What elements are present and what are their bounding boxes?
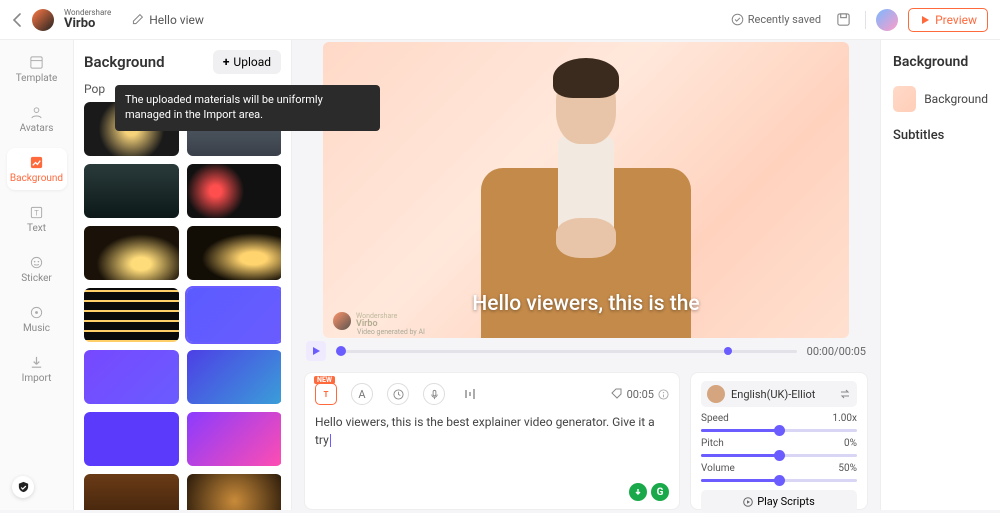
tool-pause[interactable] <box>387 383 409 405</box>
badge-grammarly[interactable]: G <box>651 483 669 501</box>
tool-equalizer[interactable] <box>459 383 481 405</box>
background-thumbnail[interactable] <box>187 412 281 466</box>
nav-text[interactable]: TText <box>7 198 67 240</box>
svg-text:T: T <box>324 390 329 399</box>
background-swatch <box>893 86 916 112</box>
center-area: Hello viewers, this is the WondershareVi… <box>292 40 880 510</box>
grammar-badges: G <box>629 483 669 501</box>
upload-tooltip: The uploaded materials will be uniformly… <box>115 85 380 131</box>
music-icon <box>29 305 45 321</box>
playback-bar: 00:00/00:05 <box>292 336 880 366</box>
background-thumbnail[interactable] <box>84 164 179 218</box>
nav-background[interactable]: Background <box>7 148 67 190</box>
background-thumbnail[interactable] <box>84 288 179 342</box>
shield-icon <box>17 481 30 494</box>
thumbnail-grid <box>84 102 281 510</box>
subtitle-caption: Hello viewers, this is the <box>472 292 699 316</box>
background-swatch-row[interactable]: Background <box>893 86 988 112</box>
script-text-input[interactable]: Hello viewers, this is the best explaine… <box>315 413 669 449</box>
save-icon <box>836 12 851 27</box>
info-icon <box>658 389 669 400</box>
app-logo <box>32 9 54 31</box>
back-button[interactable] <box>12 13 22 27</box>
check-circle-icon <box>731 13 744 26</box>
pitch-slider[interactable] <box>701 454 857 457</box>
template-icon <box>29 55 45 71</box>
background-thumbnail[interactable] <box>187 474 281 510</box>
right-panel: Background Background Subtitles <box>880 40 1000 510</box>
import-icon <box>29 355 45 371</box>
save-status: Recently saved <box>731 13 821 26</box>
mic-icon <box>429 389 440 400</box>
background-thumbnail[interactable] <box>187 164 281 218</box>
right-title: Background <box>893 54 988 70</box>
background-icon <box>29 155 45 171</box>
avatars-icon <box>29 105 45 121</box>
nav-sticker[interactable]: Sticker <box>7 248 67 290</box>
subtitles-section[interactable]: Subtitles <box>893 128 988 143</box>
background-thumbnail[interactable] <box>84 350 179 404</box>
play-icon <box>743 497 753 507</box>
background-thumbnail[interactable] <box>187 226 281 280</box>
equalizer-icon <box>463 388 477 400</box>
swap-icon <box>839 388 851 400</box>
script-panel: NEW T A 00:05 <box>304 372 680 510</box>
pitch-control: Pitch0% <box>701 438 857 457</box>
play-icon <box>311 346 321 356</box>
badge-check[interactable] <box>629 483 647 501</box>
sticker-icon <box>29 255 45 271</box>
preview-button[interactable]: Preview <box>908 8 988 32</box>
svg-text:T: T <box>34 208 39 217</box>
save-button[interactable] <box>831 8 855 32</box>
user-avatar[interactable] <box>876 9 898 31</box>
divider <box>865 11 866 29</box>
ai-icon: T <box>320 388 332 400</box>
g-icon: G <box>657 487 664 498</box>
panel-title: Background <box>84 53 165 71</box>
ai-script-button[interactable]: NEW T <box>315 383 337 405</box>
upload-button[interactable]: + Upload <box>213 50 281 74</box>
speed-control: Speed1.00x <box>701 413 857 432</box>
left-nav: Template Avatars Background TText Sticke… <box>0 40 74 510</box>
top-bar: Wondershare Virbo Hello view Recently sa… <box>0 0 1000 40</box>
nav-avatars[interactable]: Avatars <box>7 98 67 140</box>
background-thumbnail[interactable] <box>187 288 281 342</box>
speed-slider[interactable] <box>701 429 857 432</box>
tool-a[interactable]: A <box>351 383 373 405</box>
text-icon: T <box>29 205 45 221</box>
nav-template[interactable]: Template <box>7 48 67 90</box>
new-badge: NEW <box>314 376 335 384</box>
timeline-track[interactable] <box>336 350 797 353</box>
voice-panel: English(UK)-Elliot Speed1.00x Pitch0% Vo… <box>690 372 868 510</box>
play-icon <box>919 14 931 26</box>
script-duration: 00:05 <box>611 388 669 401</box>
tag-icon <box>611 388 623 400</box>
volume-slider[interactable] <box>701 479 857 482</box>
letter-a-icon: A <box>358 388 365 401</box>
background-thumbnail[interactable] <box>84 226 179 280</box>
plus-icon: + <box>223 55 230 69</box>
edit-icon <box>131 13 144 26</box>
tool-mic[interactable] <box>423 383 445 405</box>
voice-avatar <box>707 385 725 403</box>
brand: Wondershare Virbo <box>64 9 111 30</box>
background-thumbnail[interactable] <box>84 412 179 466</box>
arrow-down-icon <box>633 487 643 497</box>
shield-badge[interactable] <box>12 476 34 498</box>
volume-control: Volume50% <box>701 463 857 482</box>
voice-selector[interactable]: English(UK)-Elliot <box>701 381 857 407</box>
background-thumbnail[interactable] <box>84 474 179 510</box>
project-name[interactable]: Hello view <box>131 13 204 27</box>
background-thumbnail[interactable] <box>187 350 281 404</box>
nav-music[interactable]: Music <box>7 298 67 340</box>
play-button[interactable] <box>306 341 326 361</box>
clock-icon <box>393 389 404 400</box>
watermark-sub: Video generated by AI <box>357 328 425 336</box>
nav-import[interactable]: Import <box>7 348 67 390</box>
time-display: 00:00/00:05 <box>807 345 866 358</box>
video-canvas[interactable]: Hello viewers, this is the WondershareVi… <box>323 42 849 338</box>
